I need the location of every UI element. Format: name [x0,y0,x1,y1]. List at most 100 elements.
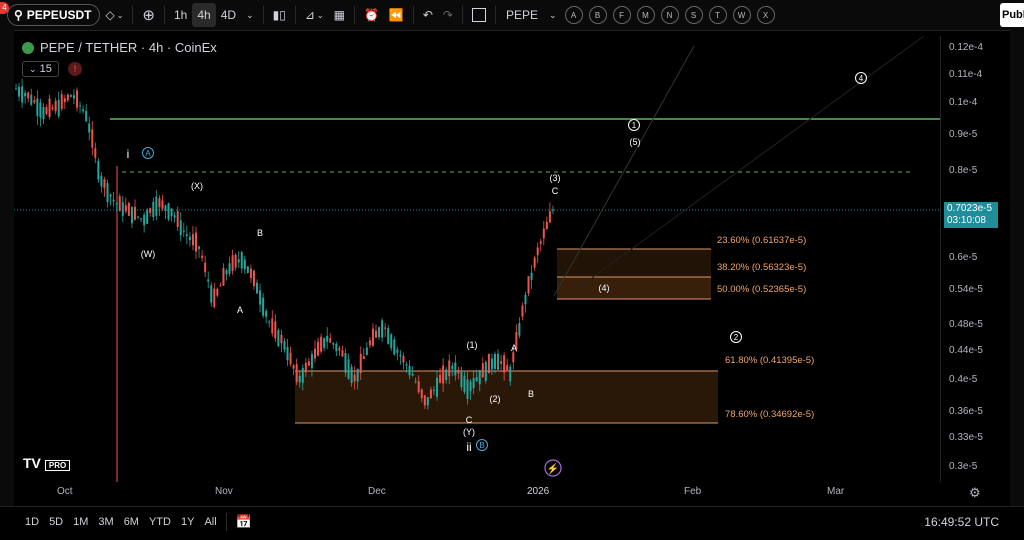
candle-body [341,350,344,357]
candle-body [310,354,313,369]
calendar-icon: 📅 [235,514,252,529]
candle-body [243,259,246,270]
pattern-tool-a[interactable]: A [564,6,583,24]
price-chart[interactable]: i (X) (W) B A (1) (2) A B C (Y) ii (3) C (4) (5) A B 1 2 4 23… [14,35,940,482]
wave-label-y: (Y) [463,427,475,437]
candle-body [402,355,405,363]
range-1m[interactable]: 1M [68,516,93,528]
candle-body [518,323,521,336]
candle-body [268,321,271,323]
interval-4d[interactable]: 4D [216,3,241,27]
interval-dropdown[interactable]: ⌄ [241,3,259,27]
range-ytd[interactable]: YTD [144,516,176,528]
candle-body [509,366,512,382]
interval-1h[interactable]: 1h [169,3,192,27]
candle-body [371,328,374,346]
alert-button[interactable]: ⏰ [359,3,384,27]
drawing-template-dropdown[interactable]: ⌄ [544,3,562,27]
candle-body [283,341,286,350]
pattern-tool-m[interactable]: M [636,6,655,24]
time-axis[interactable]: Oct Nov Dec 2026 Feb Mar [14,482,940,502]
wave-label-c3: C [552,186,559,196]
candle-body [420,389,423,399]
candle-body [384,327,387,329]
range-5d[interactable]: 5D [44,516,68,528]
candle-body [246,266,249,273]
candle-body [286,347,289,361]
gear-icon: ⚙ [969,485,981,500]
interval-4h[interactable]: 4h [192,3,216,27]
chart-pane[interactable]: i (X) (W) B A (1) (2) A B C (Y) ii (3) C (4) (5) A B 1 2 4 23… [14,35,940,482]
candle-body [204,262,207,273]
alarm-icon: ⏰ [363,8,379,22]
candle-body [97,161,100,180]
candle-body [536,247,539,256]
candle-body [213,288,216,308]
candle-body [429,389,432,399]
warning-icon[interactable]: ! [68,62,82,76]
coin-icon [22,41,34,54]
left-drawing-toolbar [0,30,14,506]
range-1y[interactable]: 1Y [176,516,199,528]
collapse-legend-button[interactable]: ⌄ 15 [22,61,59,77]
candle-body [63,98,66,103]
drawing-template-label[interactable]: PEPE [500,3,544,27]
candle-body [94,148,97,158]
wave-label-ii: ii [466,440,471,454]
price-axis[interactable]: 0.7023e-5 03:10:08 0.12e-4 0.11e-4 0.1e-4 0… [940,36,1009,482]
candle-body [280,334,283,344]
range-3m[interactable]: 3M [93,516,118,528]
candle-body [457,369,460,374]
candle-type-button[interactable]: ▮▯ [268,3,291,27]
candle-body [436,377,439,397]
candle-body [359,353,362,374]
candle-body [231,255,234,271]
pattern-tool-f[interactable]: F [612,6,631,24]
pattern-tool-n[interactable]: N [660,6,679,24]
candle-body [362,356,365,360]
layouts-button[interactable]: ▦ [329,3,350,27]
candle-body [432,389,435,391]
candle-body [60,94,63,109]
divider [225,513,227,531]
redo-button[interactable]: ↷ [438,3,458,27]
compare-button[interactable]: ◇ ⌄ [100,3,128,27]
pattern-tool-w[interactable]: W [732,6,751,24]
wave-label-w: (W) [141,249,156,259]
candle-body [109,194,112,197]
publish-button[interactable]: Publi [1000,3,1024,27]
time-tick-label: Nov [215,486,233,497]
clock[interactable]: 16:49:52 UTC [919,515,1004,529]
range-1d[interactable]: 1D [20,516,44,528]
replay-button[interactable]: ⏪ [384,3,409,27]
pattern-tool-b[interactable]: B [588,6,607,24]
candle-body [323,337,326,348]
price-tick-label: 0.6e-5 [949,252,978,263]
time-tick-label: Dec [368,486,386,497]
candle-body [353,374,356,382]
candle-body [66,94,69,101]
candle-body [15,88,17,90]
candle-body [137,216,140,218]
wave-label-b2: B [528,389,534,399]
range-all[interactable]: All [199,516,221,528]
candle-body [548,211,551,223]
pattern-tool-x[interactable]: X [756,6,775,24]
price-tick-label: 0.48e-5 [949,319,983,330]
candle-body [530,272,533,280]
range-6m[interactable]: 6M [119,516,144,528]
candle-body [222,267,225,286]
price-tick-label: 0.33e-5 [949,432,983,443]
date-range-button[interactable]: 📅 [231,514,257,530]
add-symbol-button[interactable]: ⊕ [137,3,160,27]
candle-body [542,228,545,239]
axis-settings-button[interactable]: ⚙ [969,485,981,501]
fib-level-label: 50.00% (0.52365e-5) [717,284,806,295]
indicators-button[interactable]: ⊿ ⌄ [300,3,329,27]
pattern-tool-t[interactable]: T [708,6,727,24]
pattern-tool-s[interactable]: S [684,6,703,24]
time-tick-label: Feb [684,486,702,497]
undo-button[interactable]: ↶ [418,3,438,27]
rectangle-tool[interactable] [467,3,491,27]
symbol-search[interactable]: ⚲ PEPEUSDT [7,4,101,26]
